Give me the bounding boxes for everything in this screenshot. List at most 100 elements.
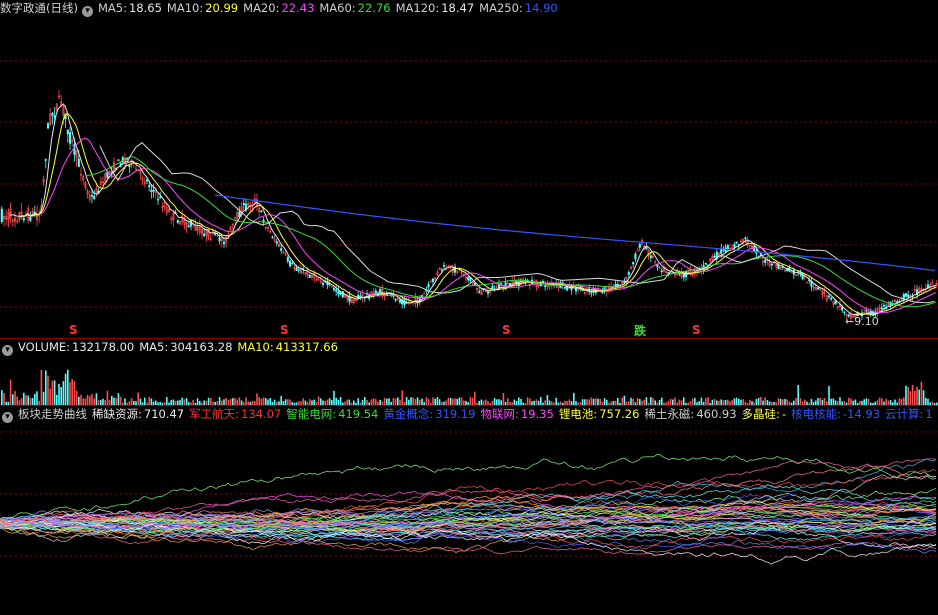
volume-bar [436, 397, 439, 405]
ma10-line [20, 112, 937, 315]
candle-body [332, 288, 336, 290]
volume-bar [111, 396, 113, 405]
volume-bar [705, 398, 707, 405]
sector-value: 710.47 [143, 407, 185, 421]
volume-bar [595, 398, 597, 405]
volume-bar [518, 397, 520, 405]
candle-body [841, 306, 844, 311]
candle-body [93, 195, 96, 199]
sector-value: 19.35 [520, 407, 554, 421]
volume-bar [58, 383, 60, 405]
volume-bar [733, 398, 736, 405]
event-marker-s[interactable]: S [502, 323, 511, 337]
volume-bar [185, 398, 188, 405]
volume-bar [262, 397, 265, 405]
volume-bar [51, 380, 54, 405]
sector-label: 云计算: [885, 407, 924, 421]
event-marker-s[interactable]: S [280, 323, 289, 337]
candle-body [374, 290, 377, 294]
volume-bar [555, 397, 557, 405]
volume-bar [333, 390, 335, 405]
sector-title: 板块走势曲线 [18, 407, 87, 421]
sector-value: 460.93 [696, 407, 737, 421]
candle-body [735, 241, 738, 244]
candle-body [843, 311, 846, 313]
candle-body [423, 293, 426, 295]
volume-bar [196, 398, 199, 405]
sector-label: 物联网: [480, 407, 519, 421]
chevron-down-icon[interactable]: ▾ [81, 6, 93, 17]
volume-bar [25, 394, 27, 405]
volume-bar [9, 379, 12, 405]
candle-body [90, 194, 94, 197]
volume-indicator-item: VOLUME: 132178.00 [18, 340, 134, 354]
volume-bar [31, 398, 34, 405]
volume-bar [47, 375, 49, 405]
volume-bar [405, 397, 408, 405]
volume-bar [210, 397, 212, 405]
volume-bar [20, 398, 23, 405]
sector-trend-line [0, 458, 937, 525]
candle-body [29, 216, 32, 221]
volume-bar [14, 391, 16, 405]
volume-bar [909, 391, 912, 405]
volume-bar [256, 393, 258, 405]
event-marker-s[interactable]: S [69, 323, 78, 337]
volume-bar [905, 385, 907, 405]
candle-body [713, 255, 716, 258]
volume-bar [839, 397, 841, 405]
volume-bar [364, 397, 366, 405]
candle-body [203, 233, 206, 237]
volume-indicator-item: MA5: 304163.28 [139, 340, 232, 354]
candle-body [218, 237, 221, 242]
volume-indicator-item: MA10: 413317.66 [237, 340, 338, 354]
event-marker-s[interactable]: S [692, 323, 701, 337]
ma-indicator-item: MA20: 22.43 [243, 1, 314, 15]
sector-value: 319.19 [435, 407, 476, 421]
volume-bar [469, 397, 472, 405]
chevron-down-icon[interactable]: ▾ [2, 412, 13, 423]
candle-body [678, 273, 681, 275]
candle-body [563, 287, 567, 289]
candle-body [649, 255, 652, 259]
candle-body [478, 291, 481, 293]
ma-indicator-value: 22.43 [281, 1, 315, 15]
candle-body [337, 291, 340, 295]
sector-label: 多晶硅: [741, 407, 780, 421]
candlestick-chart[interactable] [0, 0, 938, 338]
candle-body [431, 278, 435, 282]
event-marker-fall[interactable]: 跌 [634, 322, 646, 338]
chevron-down-icon[interactable]: ▾ [2, 345, 13, 356]
volume-bar [454, 398, 456, 405]
volume-bar [401, 390, 403, 405]
ma-indicator-label: MA120: [395, 1, 440, 15]
volume-panel[interactable]: ▾ VOLUME: 132178.00 MA5: 304163.28 MA10: 41331… [0, 339, 938, 405]
sector-trend-chart[interactable] [0, 406, 938, 615]
volume-bar [106, 390, 109, 405]
volume-bar [234, 397, 236, 405]
volume-bar [95, 393, 98, 405]
candle-body [53, 115, 56, 117]
volume-bar [245, 397, 247, 405]
candle-body [275, 241, 278, 244]
candle-body [295, 267, 298, 271]
volume-bar [130, 398, 133, 405]
sector-item: 多晶硅: - [742, 407, 787, 421]
volume-bar [590, 397, 593, 405]
volume-bar [144, 397, 146, 405]
price-panel[interactable]: 数字政通(日线) ▾ MA5: 18.65 MA10: 20.99 MA20: 22.43 MA… [0, 0, 938, 338]
candle-body [44, 159, 47, 161]
volume-bar [119, 396, 122, 405]
volume-bar [80, 394, 82, 405]
volume-bar [764, 397, 766, 405]
candle-body [726, 245, 729, 250]
candle-body [880, 307, 883, 310]
candle-body [159, 196, 162, 199]
candle-body [907, 294, 910, 298]
volume-bar [383, 397, 386, 405]
sector-panel[interactable]: ▾ 板块走势曲线 稀缺资源: 710.47 军工航天: 134.07 智能电网: 419.54… [0, 406, 938, 615]
sector-value: 419.54 [338, 407, 379, 421]
volume-bar [73, 381, 76, 405]
volume-bar [69, 382, 71, 405]
volume-bar [920, 381, 923, 405]
